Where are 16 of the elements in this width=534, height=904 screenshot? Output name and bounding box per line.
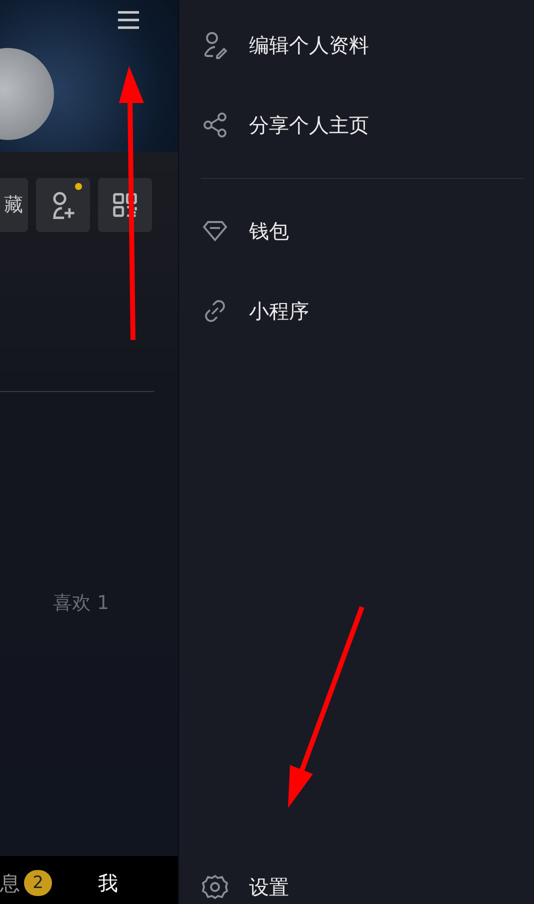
count-badge: 2 (24, 870, 52, 896)
settings-icon (201, 873, 229, 901)
share-icon (201, 111, 229, 139)
tab[interactable]: 息 (0, 870, 20, 896)
menu-item[interactable]: 小程序 (249, 298, 309, 324)
menu-item[interactable]: 分享个人主页 (249, 112, 369, 138)
add-person-button[interactable] (36, 178, 90, 232)
likes-label[interactable]: 喜欢 1 (52, 590, 110, 616)
action-button[interactable]: 藏 (0, 178, 28, 232)
menu-icon[interactable] (117, 10, 140, 30)
menu-item[interactable]: 设置 (249, 874, 289, 900)
menu-item[interactable]: 钱包 (249, 218, 289, 244)
grid-button[interactable] (98, 178, 152, 232)
grid-icon (110, 190, 140, 220)
menu-item[interactable]: 编辑个人资料 (249, 32, 369, 58)
tab[interactable]: 我 (98, 870, 118, 896)
